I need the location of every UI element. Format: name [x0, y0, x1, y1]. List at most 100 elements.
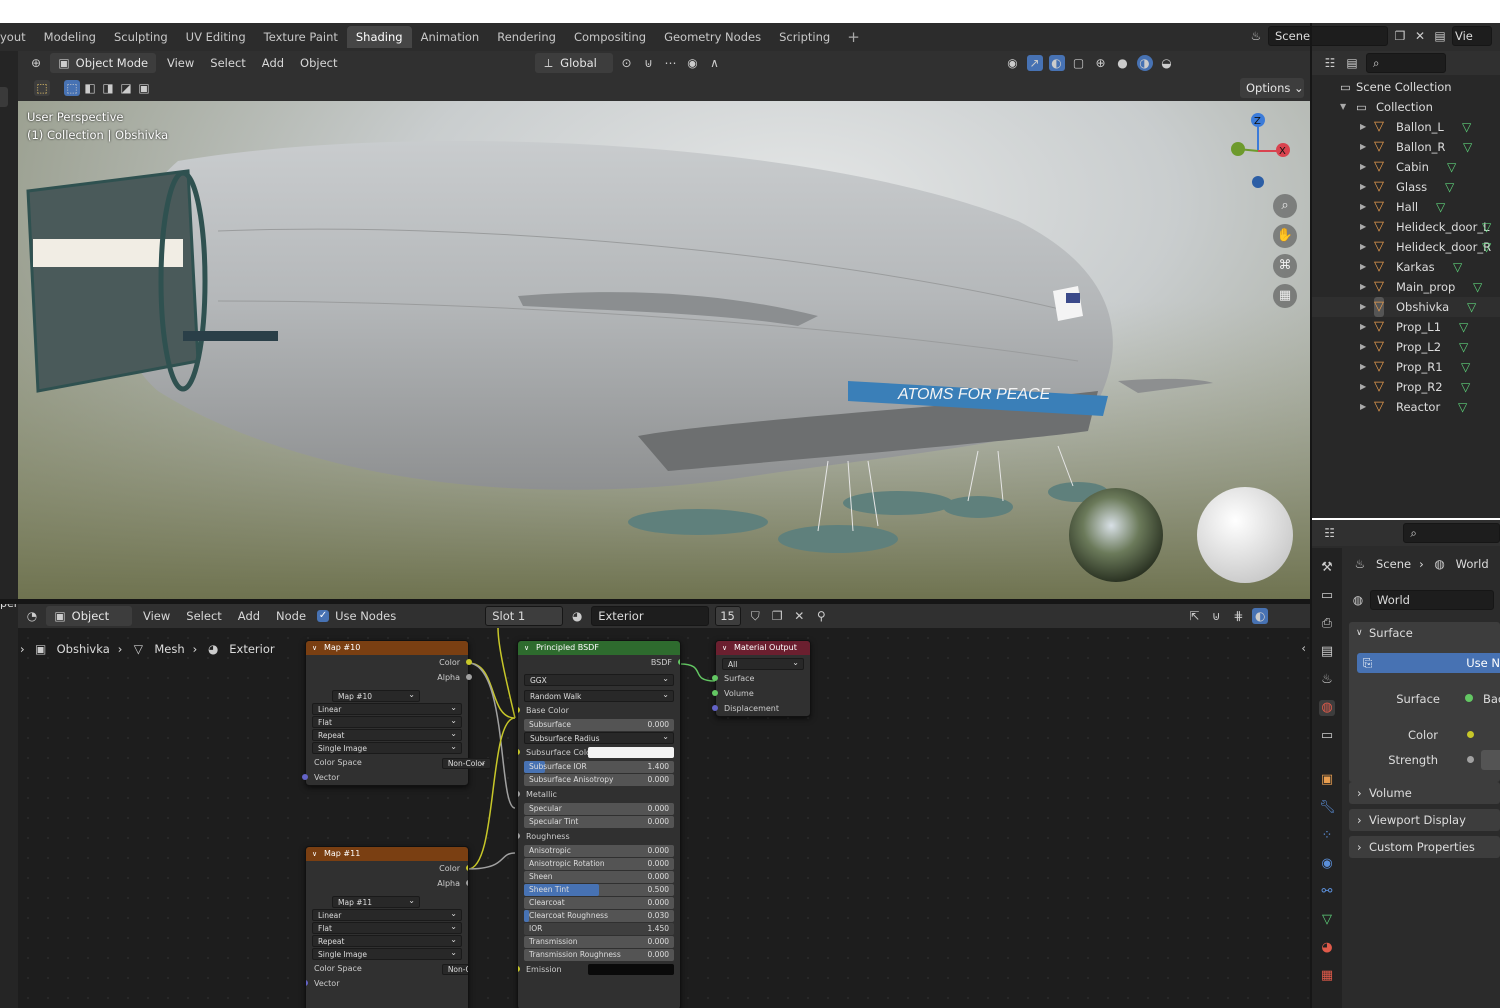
scene-collection-row[interactable]: ▭ Scene Collection	[1312, 77, 1500, 97]
view-layer-tab-icon[interactable]: ▤	[1319, 644, 1335, 660]
image-texture-node-map11[interactable]: Map #11 Color Alpha Map #11 Linear Flat …	[305, 846, 469, 1008]
use-nodes-checkbox[interactable]: ✓	[317, 610, 330, 622]
color-space-dropdown[interactable]: Non-Color	[441, 758, 492, 769]
socket[interactable]	[306, 980, 308, 986]
slot-dropdown[interactable]: Slot 1	[485, 606, 564, 626]
rendered-shading-icon[interactable]: ◒	[1159, 55, 1175, 71]
ortho-grid-icon[interactable]: ▦	[1273, 284, 1297, 308]
falloff-icon[interactable]: ∧	[707, 55, 723, 71]
material-browse-icon[interactable]: ◕	[569, 608, 585, 624]
object-icon[interactable]: ▽	[1374, 237, 1384, 257]
color-space-dropdown[interactable]: Non-Color	[441, 964, 468, 975]
node-overlay-icon[interactable]: ◐	[1252, 608, 1269, 624]
select-new-icon[interactable]: ⬚	[64, 80, 80, 96]
node-editor-canvas[interactable]: › ▣ Obshivka › ▽ Mesh › ◕ Exterior ‹ Map…	[18, 628, 1310, 1008]
3d-viewport[interactable]: ATOMS FOR PEACE User Perspective (1) Col…	[18, 101, 1310, 599]
interpolation-dropdown[interactable]: Linear	[312, 702, 462, 715]
subsurface-ior-field[interactable]: Subsurface IOR 1.400	[524, 761, 674, 773]
object-icon[interactable]: ▽	[1374, 297, 1384, 317]
node-header[interactable]: Principled BSDF	[518, 641, 680, 655]
mesh-data-icon[interactable]: ▽	[1482, 217, 1491, 237]
use-nodes-button[interactable]: ⎘ Use N	[1357, 653, 1500, 673]
projection-dropdown[interactable]: Flat	[312, 921, 462, 934]
snap-icon[interactable]: ⊍	[641, 55, 657, 71]
volume-panel-header[interactable]: › Volume	[1349, 782, 1500, 804]
outliner-item[interactable]: ▶ ▽ Helideck_door_L ▽	[1312, 217, 1500, 237]
tool-tab-icon[interactable]: ⚒	[1319, 560, 1335, 576]
scene-icon[interactable]: ♨	[1248, 28, 1264, 44]
mesh-data-icon[interactable]: ▽	[1461, 377, 1470, 397]
subsurface-radius-dropdown[interactable]: Subsurface Radius	[524, 731, 674, 744]
select-invert-icon[interactable]: ◪	[118, 80, 134, 96]
outliner-item[interactable]: ▶ ▽ Reactor ▽	[1312, 397, 1500, 417]
object-icon[interactable]: ▽	[1374, 357, 1384, 377]
options-dropdown[interactable]: Options ⌄	[1240, 78, 1304, 98]
expand-triangle-icon[interactable]: ▶	[1360, 117, 1366, 137]
surface-shader-value[interactable]: Bac	[1483, 692, 1500, 706]
tab-animation[interactable]: Animation	[412, 26, 489, 48]
outliner-item[interactable]: ▶ ▽ Prop_L2 ▽	[1312, 337, 1500, 357]
expand-triangle-icon[interactable]: ▶	[1360, 157, 1366, 177]
outliner-item[interactable]: ▶ ▽ Ballon_R ▽	[1312, 137, 1500, 157]
mesh-data-icon[interactable]: ▽	[1459, 337, 1468, 357]
shader-type-dropdown[interactable]: ▣ Object	[46, 606, 132, 626]
sheen-tint-field[interactable]: Sheen Tint 0.500	[524, 884, 674, 896]
expand-triangle-icon[interactable]: ▶	[1360, 357, 1366, 377]
overlay-toggle-icon[interactable]: ◐	[1048, 54, 1065, 71]
outliner-item[interactable]: ▶ ▽ Hall ▽	[1312, 197, 1500, 217]
outliner-item[interactable]: ▶ ▽ Ballon_L ▽	[1312, 117, 1500, 137]
socket[interactable]	[678, 659, 680, 665]
socket[interactable]	[518, 707, 520, 713]
object-icon[interactable]: ▽	[1374, 257, 1384, 277]
sheen-field[interactable]: Sheen 0.000	[524, 871, 674, 883]
object-tab-icon[interactable]: ▣	[1319, 772, 1335, 788]
socket[interactable]	[712, 705, 718, 711]
subsurface-color-swatch[interactable]	[588, 747, 674, 758]
interpolation-dropdown[interactable]: Linear	[312, 908, 462, 921]
proportional-edit-icon[interactable]: ◉	[685, 55, 701, 71]
xray-icon[interactable]: ▢	[1071, 55, 1087, 71]
expand-triangle-icon[interactable]: ▶	[1360, 277, 1366, 297]
fake-user-shield-icon[interactable]: ⛉	[747, 608, 763, 624]
transmission-roughness-field[interactable]: Transmission Roughness 0.000	[524, 949, 674, 961]
clearcoat-roughness-field[interactable]: Clearcoat Roughness 0.030	[524, 910, 674, 922]
editor-type-icon[interactable]: ⊕	[28, 55, 44, 71]
tab-uv-editing[interactable]: UV Editing	[177, 26, 255, 48]
node-menu-select[interactable]: Select	[181, 609, 226, 623]
solid-shading-icon[interactable]: ●	[1115, 55, 1131, 71]
source-dropdown[interactable]: Single Image	[312, 741, 462, 754]
outliner-item[interactable]: ▶ ▽ Main_prop ▽	[1312, 277, 1500, 297]
viewport-display-panel-header[interactable]: › Viewport Display	[1349, 809, 1500, 831]
menu-object[interactable]: Object	[295, 56, 342, 70]
menu-select[interactable]: Select	[205, 56, 250, 70]
data-tab-icon[interactable]: ▽	[1319, 912, 1335, 928]
node-header[interactable]: Material Output	[716, 641, 810, 655]
unlink-material-icon[interactable]: ✕	[791, 608, 807, 624]
select-extend-icon[interactable]: ◧	[82, 80, 98, 96]
expand-triangle-icon[interactable]: ▼	[1340, 97, 1346, 117]
object-icon[interactable]: ▽	[1374, 177, 1384, 197]
color-socket-icon[interactable]	[1467, 731, 1474, 738]
anisotropic-field[interactable]: Anisotropic 0.000	[524, 845, 674, 857]
node-menu-add[interactable]: Add	[233, 609, 265, 623]
mode-dropdown[interactable]: ▣ Object Mode	[50, 52, 156, 73]
breadcrumb-scene[interactable]: Scene	[1376, 557, 1411, 571]
object-icon[interactable]: ▽	[1374, 217, 1384, 237]
select-intersect-icon[interactable]: ▣	[136, 80, 152, 96]
strength-field[interactable]	[1481, 750, 1500, 770]
material-users-count[interactable]: 15	[715, 606, 742, 626]
view-layer-field[interactable]: Vie	[1452, 26, 1492, 46]
display-mode-icon[interactable]: ▤	[1344, 55, 1360, 71]
scene-name-field[interactable]: Scene	[1268, 26, 1388, 46]
material-output-node[interactable]: Material Output All Surface Volume Displ…	[712, 640, 811, 717]
outliner-item[interactable]: ▶ ▽ Prop_L1 ▽	[1312, 317, 1500, 337]
projection-dropdown[interactable]: Flat	[312, 715, 462, 728]
source-dropdown[interactable]: Single Image	[312, 947, 462, 960]
view-layer-icon[interactable]: ▤	[1432, 28, 1448, 44]
distribution-dropdown[interactable]: GGX	[524, 673, 674, 686]
new-scene-icon[interactable]: ❐	[1392, 28, 1408, 44]
expand-triangle-icon[interactable]: ▶	[1360, 237, 1366, 257]
render-tab-icon[interactable]: ▭	[1319, 588, 1335, 604]
camera-view-icon[interactable]: ⌘	[1273, 254, 1297, 278]
gizmo-toggle-icon[interactable]: ↗	[1026, 54, 1043, 71]
